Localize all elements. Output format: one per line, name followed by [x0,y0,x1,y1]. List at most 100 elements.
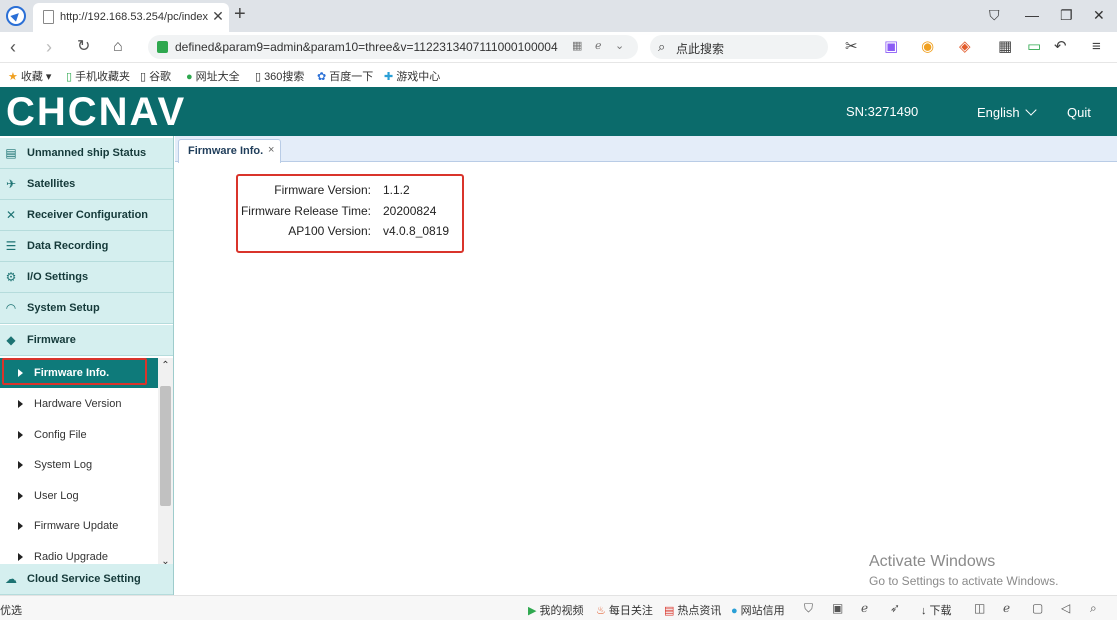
tools-icon: ✕ [5,208,17,222]
bookmark-item[interactable]: ★ 收藏 ▾ [8,68,51,84]
chevron-down-icon[interactable]: ⌄ [615,39,624,52]
bookmark-item[interactable]: ✚ 游戏中心 [384,68,440,84]
app-header: CHCNAV SN:3271490 English Quit [0,87,1117,136]
address-bar[interactable]: defined&param9=admin&param10=three&v=112… [148,35,638,59]
shield-icon[interactable]: ⛉ [804,601,813,616]
caret-right-icon [18,553,23,561]
browser-tab-title: http://192.168.53.254/pc/index.h [60,11,208,23]
search-box[interactable]: ⌕ 点此搜索 [650,35,828,59]
shirt-icon[interactable]: ⛉ [989,6,1000,24]
minimize-icon[interactable]: — [1025,6,1039,24]
apps-icon[interactable]: ▦ [998,38,1012,56]
caret-right-icon [18,400,23,408]
record-icon: ☰ [5,239,17,253]
status-item[interactable]: ● 网站信用 [731,602,785,618]
speaker-icon[interactable]: ◁ [1061,601,1070,615]
undo-icon[interactable]: ↶ [1054,38,1067,56]
grid-icon[interactable]: ▦ [572,39,582,52]
bookmark-item[interactable]: ▯ 360搜索 [255,68,304,84]
status-left-text[interactable]: 优选 [0,602,22,618]
search-icon: ⌕ [658,39,666,54]
info-row: Firmware Release Time: 20200824 [238,201,462,221]
sidebar-item-satellites[interactable]: ✈ Satellites [0,169,173,200]
sidebar: ▤ Unmanned ship Status ✈ Satellites ✕ Re… [0,136,174,595]
sidebar-item-data-recording[interactable]: ☰ Data Recording [0,231,173,262]
wifi-icon: ◠ [5,301,17,315]
drop-icon: ● [731,605,738,617]
gear-icon: ⚙ [5,270,17,284]
ie-icon[interactable]: ℯ [861,601,868,615]
scrollbar-thumb[interactable] [160,386,171,506]
info-value: 1.1.2 [383,183,410,197]
cloud-icon: ☁ [5,572,17,586]
status-item[interactable]: ▶ 我的视频 [528,602,583,618]
sidebar-item-system-setup[interactable]: ◠ System Setup [0,293,173,324]
page-icon: ▯ [140,71,147,83]
firmware-info-panel: Firmware Version: 1.1.2 Firmware Release… [236,174,464,253]
sidebar-item-firmware[interactable]: ◆ Firmware [0,325,173,356]
browser-logo-icon[interactable] [6,6,26,26]
sidebar-scrollbar[interactable]: ⌃ ⌄ [158,358,173,570]
close-window-icon[interactable]: ✕ [1093,6,1105,24]
download-button[interactable]: ↓ 下载 [921,602,952,618]
menu-icon[interactable]: ≡ [1092,38,1101,56]
status-item[interactable]: ▤ 热点资讯 [664,602,721,618]
quit-button[interactable]: Quit [1067,105,1091,120]
page-icon [43,10,54,24]
close-icon[interactable]: × [268,144,274,156]
translate-icon[interactable]: ▣ [884,38,898,56]
reload-icon[interactable]: ↻ [77,37,90,57]
close-tab-icon[interactable]: ✕ [210,7,226,25]
back-icon[interactable]: ‹ [10,37,16,57]
info-value: 20200824 [383,204,437,218]
battery-icon[interactable]: ▭ [1027,38,1041,56]
window-icon[interactable]: ▢ [1032,601,1043,615]
car-icon[interactable]: ◫ [974,601,985,615]
address-url[interactable]: defined&param9=admin&param10=three&v=112… [175,40,565,54]
ship-icon: ▤ [5,146,17,160]
info-key: Firmware Version: [274,183,371,197]
browser-tab[interactable]: http://192.168.53.254/pc/index.h ✕ [33,3,229,32]
download-icon: ↓ [921,605,927,617]
sidebar-subitem-firmware-update[interactable]: Firmware Update [0,511,158,541]
new-tab-icon[interactable]: + [234,4,246,24]
activate-windows-watermark: Activate Windows Go to Settings to activ… [869,553,1059,588]
chevron-up-icon[interactable]: ⌃ [158,358,173,374]
caret-right-icon [18,431,23,439]
sidebar-item-cloud-service-setting[interactable]: ☁ Cloud Service Setting [0,564,173,595]
language-selector[interactable]: English [977,104,1037,120]
rocket-icon[interactable]: ➶ [890,601,900,615]
gamepad-icon[interactable]: ◈ [959,38,971,56]
forward-icon[interactable]: › [46,37,52,57]
sidebar-subitem-config-file[interactable]: Config File [0,420,158,450]
highlight-outline [2,358,147,385]
bookmark-item[interactable]: ▯ 手机收藏夹 [66,68,130,84]
ie-icon[interactable]: ℯ [1003,601,1010,615]
star-icon: ★ [8,71,18,83]
shield-icon [157,41,168,53]
sidebar-subitem-user-log[interactable]: User Log [0,481,158,511]
sidebar-subitem-hardware-version[interactable]: Hardware Version [0,389,158,419]
status-item[interactable]: ♨ 每日关注 [596,602,653,618]
sidebar-subitem-system-log[interactable]: System Log [0,450,158,480]
serial-number: SN:3271490 [846,104,919,119]
ie-icon[interactable]: ℯ [595,39,602,52]
search-placeholder[interactable]: 点此搜索 [676,40,724,57]
sidebar-item-unmanned-ship-status[interactable]: ▤ Unmanned ship Status [0,138,173,169]
home-icon[interactable]: ⌂ [113,37,123,57]
bookmark-item[interactable]: ✿ 百度一下 [317,68,373,84]
sidebar-item-io-settings[interactable]: ⚙ I/O Settings [0,262,173,293]
bookmark-item[interactable]: ▯ 谷歌 [140,68,171,84]
coin-icon[interactable]: ◉ [921,38,934,56]
sidebar-item-receiver-configuration[interactable]: ✕ Receiver Configuration [0,200,173,231]
zoom-icon[interactable]: ⌕ [1090,601,1097,616]
chcnav-logo: CHCNAV [6,90,187,134]
restore-icon[interactable]: ❐ [1060,6,1073,24]
tab-firmware-info[interactable]: Firmware Info. × [178,139,281,163]
bookmark-item[interactable]: ● 网址大全 [186,68,240,84]
layers-icon: ◆ [6,333,16,347]
image-icon[interactable]: ▣ [832,601,843,615]
browser-tab-bar: http://192.168.53.254/pc/index.h ✕ + ⛉ —… [0,0,1117,32]
scissors-icon[interactable]: ✂ [845,38,858,56]
flame-icon: ♨ [596,605,606,617]
